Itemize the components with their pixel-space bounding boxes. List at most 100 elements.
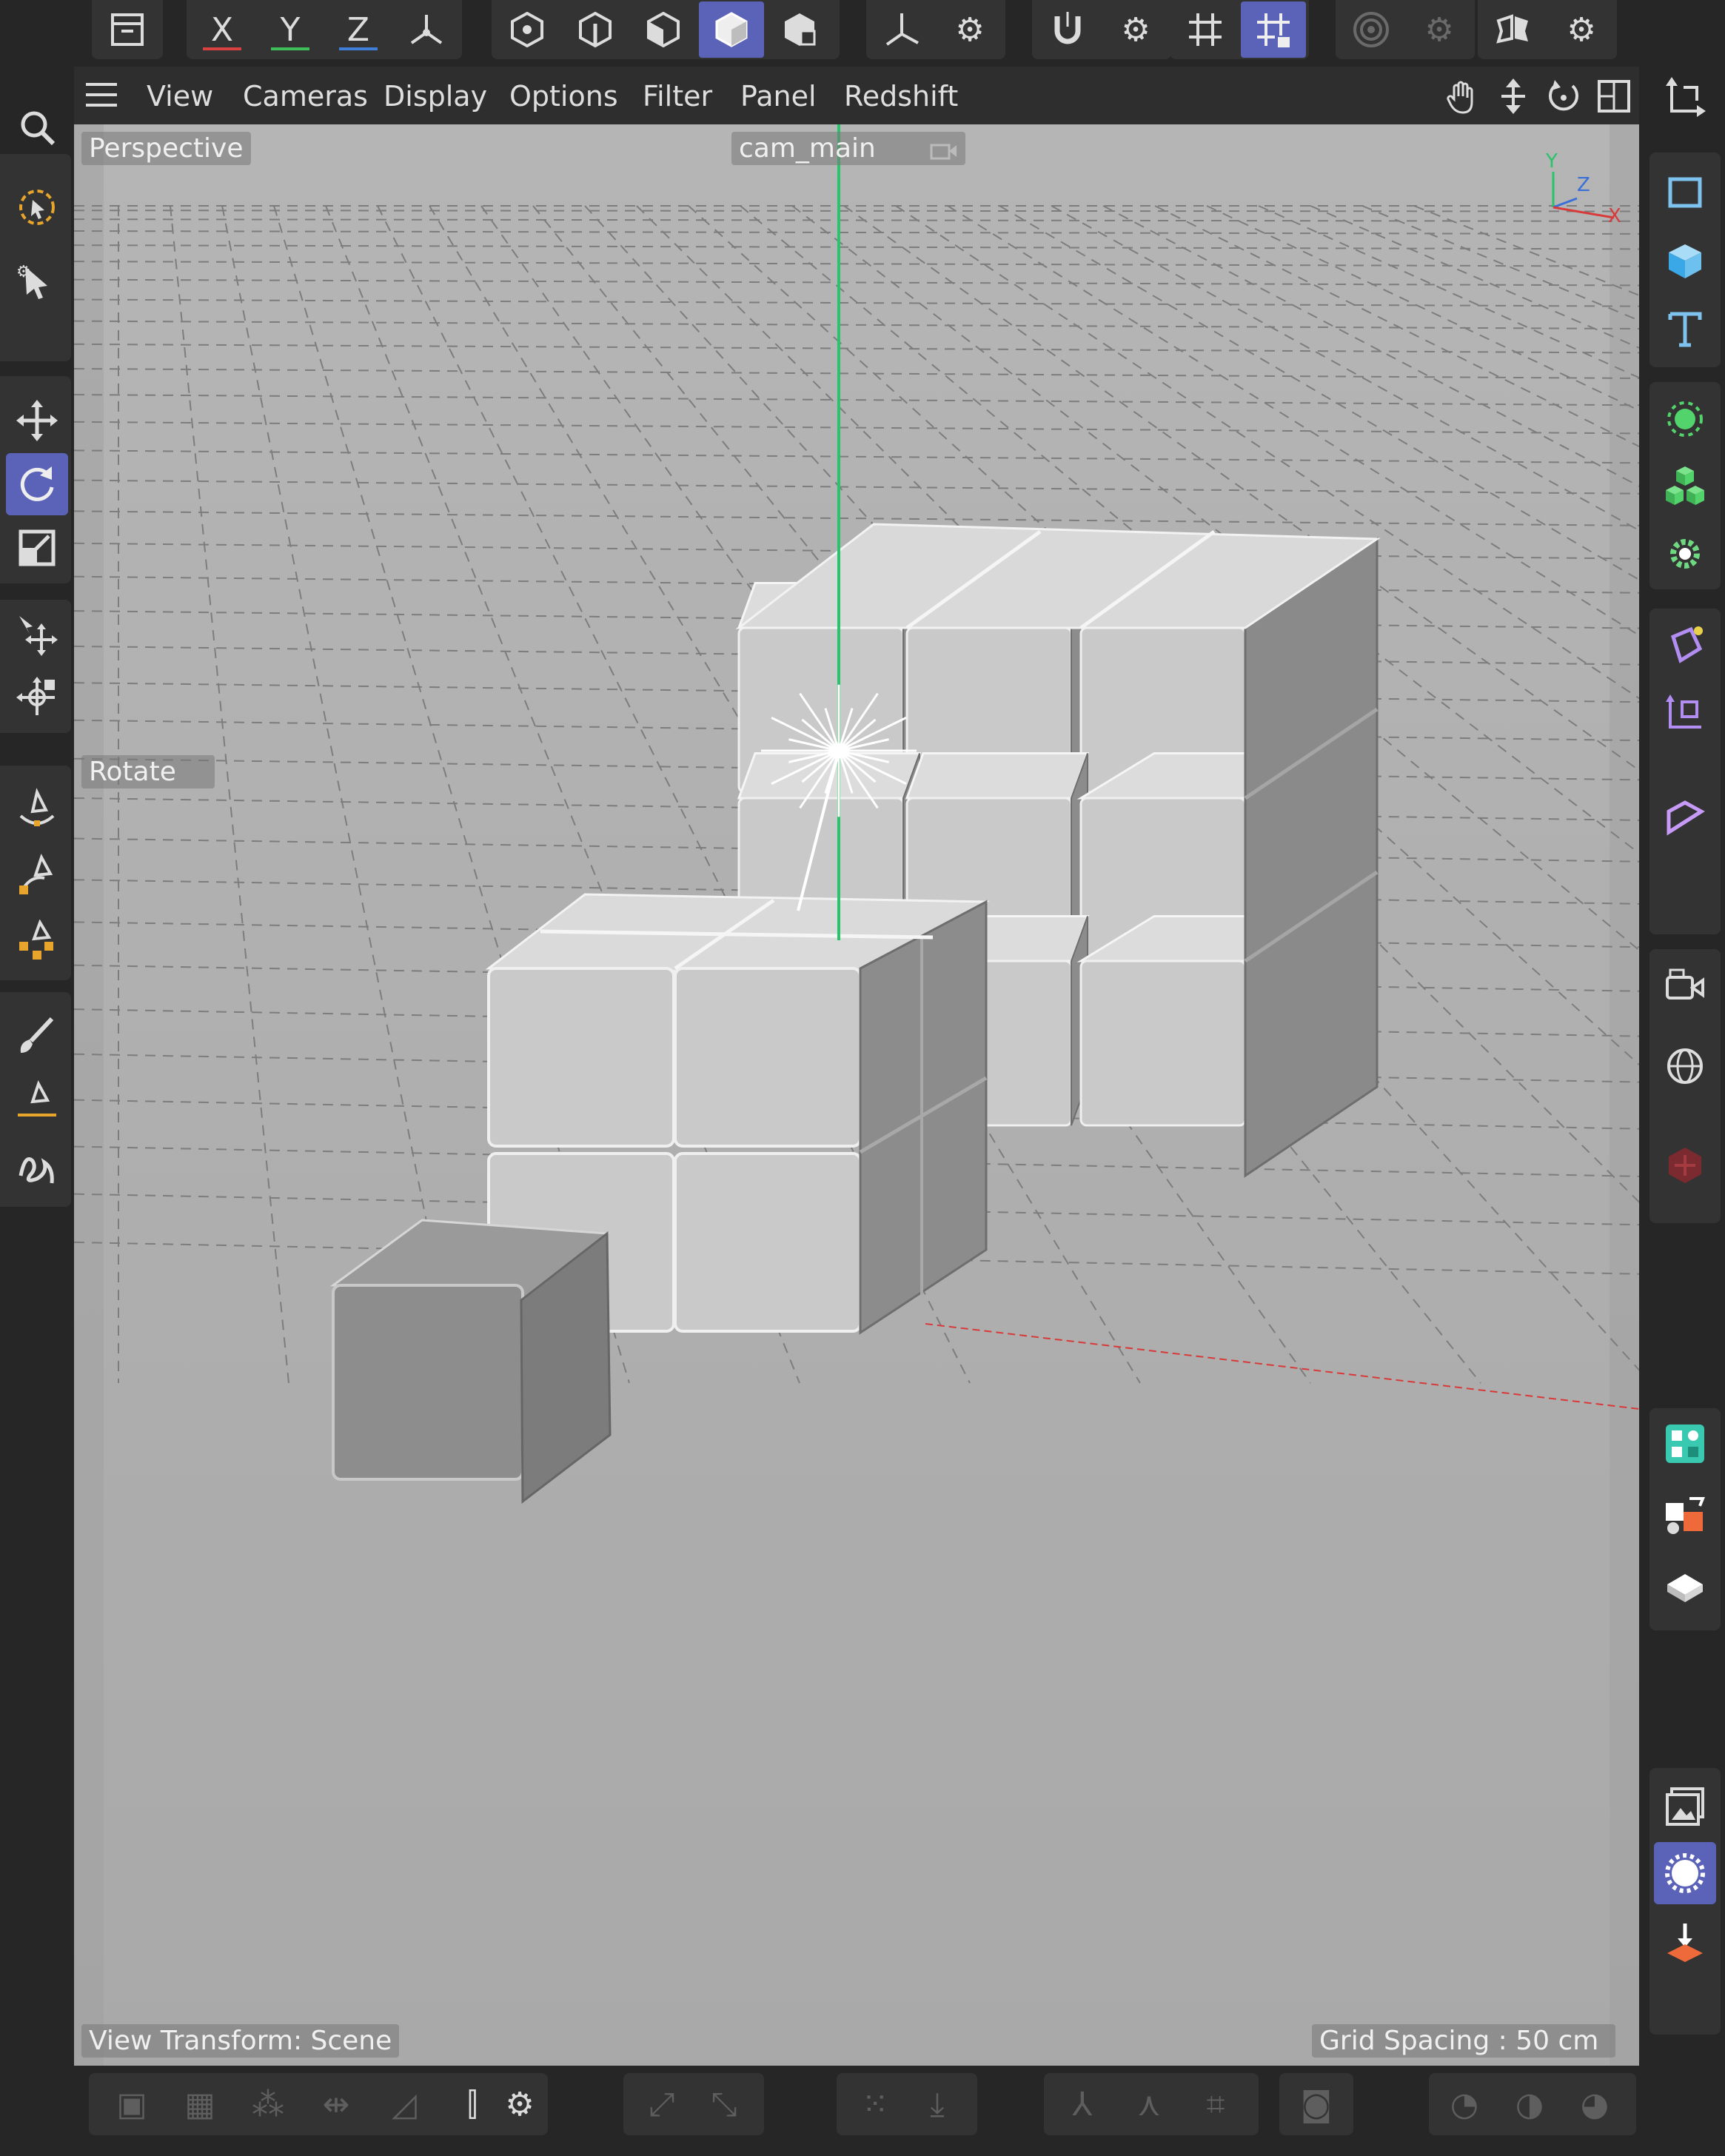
axis-y-label: Y xyxy=(280,10,301,49)
live-selection-icon[interactable] xyxy=(6,176,68,238)
cube-primitive-icon[interactable] xyxy=(1654,230,1716,292)
rectangle-spline-icon[interactable] xyxy=(1654,161,1716,224)
enable-snap-icon[interactable]: ▣ xyxy=(104,2076,160,2132)
menu-hamburger-icon[interactable] xyxy=(84,80,118,110)
move-transform-icon[interactable] xyxy=(6,604,68,666)
text-spline-icon[interactable] xyxy=(1654,298,1716,360)
deformer-gear-icon[interactable] xyxy=(1654,523,1716,585)
axis-widget-y-label: Y xyxy=(1545,150,1558,173)
menu-filter[interactable]: Filter xyxy=(643,80,712,113)
generator-icon[interactable] xyxy=(1654,388,1716,450)
camera-icon xyxy=(930,138,958,168)
character-group: ⅄ ⋏ ⌗ xyxy=(1044,2073,1259,2135)
rotate-icon[interactable] xyxy=(6,453,68,515)
axis-y-lock[interactable]: Y xyxy=(258,1,323,58)
pivot-icon[interactable]: ⁙ xyxy=(847,2076,903,2132)
settings-gear-icon[interactable]: ⚙ xyxy=(937,1,1002,58)
menu-panel[interactable]: Panel xyxy=(740,80,817,113)
settings-gear-icon[interactable]: ⚙ xyxy=(1407,1,1472,58)
field-icon[interactable] xyxy=(1654,615,1716,677)
axis-x-lock[interactable]: X xyxy=(190,1,255,58)
menu-redshift[interactable]: Redshift xyxy=(844,80,958,113)
transform-all-icon[interactable] xyxy=(6,666,68,729)
menu-view[interactable]: View xyxy=(147,80,213,113)
modules-icon[interactable] xyxy=(1654,1413,1716,1475)
active-camera-label[interactable]: cam_main xyxy=(731,132,965,165)
soft-selection-icon[interactable] xyxy=(1339,1,1404,58)
spline-points-icon[interactable] xyxy=(6,844,68,906)
search-icon[interactable] xyxy=(6,96,68,158)
object-mode-icon[interactable] xyxy=(699,1,764,58)
axis-tool-icon[interactable] xyxy=(869,1,934,58)
menu-options[interactable]: Options xyxy=(509,80,618,113)
axis-x-label: X xyxy=(210,10,234,49)
axis-snap-icon[interactable]: ⤢ xyxy=(634,2076,690,2132)
asset-browser-icon[interactable] xyxy=(1654,1485,1716,1547)
picture-viewer-icon[interactable] xyxy=(1654,1775,1716,1838)
spline-edit-icon[interactable] xyxy=(6,911,68,973)
orbit-icon[interactable] xyxy=(1544,77,1583,116)
edges-mode-icon[interactable] xyxy=(563,1,628,58)
shading-icon[interactable]: ◙ xyxy=(1288,2076,1344,2132)
coordinates-icon[interactable] xyxy=(1654,67,1716,129)
viewport-view-name[interactable]: Perspective xyxy=(81,132,251,165)
locked-workplane-icon[interactable] xyxy=(1241,1,1306,58)
view-transform-label: View Transform: Scene xyxy=(81,2024,400,2058)
sketch-icon[interactable] xyxy=(6,1137,68,1199)
settings-gear-icon[interactable]: ⚙ xyxy=(492,2076,548,2132)
perspective-viewport[interactable]: Y Z X Perspective cam_main Rotate View T… xyxy=(74,124,1639,2066)
snap-polygon-icon[interactable]: ◿ xyxy=(376,2076,432,2132)
workplane-grid-icon[interactable] xyxy=(1173,1,1238,58)
snap-grid-icon[interactable]: ⁂ xyxy=(240,2076,296,2132)
snap-down-icon[interactable]: ⤡ xyxy=(696,2076,752,2132)
settings-gear-icon[interactable]: ⚙ xyxy=(1549,1,1614,58)
scene-canvas[interactable]: Y Z X xyxy=(74,124,1639,2066)
render-icon[interactable]: ◑ xyxy=(1501,2076,1558,2132)
move-icon[interactable] xyxy=(6,389,68,452)
snap-edge-icon[interactable]: ⇹ xyxy=(308,2076,364,2132)
scale-icon[interactable] xyxy=(6,517,68,579)
symmetry-icon[interactable] xyxy=(1481,1,1546,58)
volume-icon[interactable] xyxy=(1654,683,1716,745)
axis-lock-group: X Y Z xyxy=(187,0,462,59)
shading-group: ◙ xyxy=(1279,2073,1353,2135)
pan-hand-icon[interactable] xyxy=(1444,77,1482,116)
snap-points-icon[interactable]: ▦ xyxy=(172,2076,228,2132)
redshift-object-icon[interactable] xyxy=(1654,1134,1716,1196)
brush-icon[interactable] xyxy=(6,1004,68,1066)
camera-icon[interactable] xyxy=(1654,955,1716,1017)
tool-group-mode xyxy=(92,0,163,59)
cloner-icon[interactable] xyxy=(1654,455,1716,517)
effector-icon[interactable] xyxy=(1654,788,1716,850)
texture-mode-icon[interactable] xyxy=(767,1,832,58)
axis-tool-group: ⚙ xyxy=(866,0,1005,59)
mask-icon[interactable]: ⌗ xyxy=(1188,2076,1244,2132)
grid-spacing-label: Grid Spacing : 50 cm xyxy=(1312,2024,1615,2058)
menu-display[interactable]: Display xyxy=(383,80,487,113)
render-settings-icon[interactable] xyxy=(1654,1842,1716,1904)
sky-globe-icon[interactable] xyxy=(1654,1035,1716,1097)
bone-icon[interactable]: ⅄ xyxy=(1054,2076,1111,2132)
display-icon[interactable]: ◔ xyxy=(1436,2076,1493,2132)
joint-icon[interactable]: ⋏ xyxy=(1121,2076,1177,2132)
axis-z-lock[interactable]: Z xyxy=(326,1,391,58)
selection-tool-icon[interactable]: ⚙ xyxy=(6,250,68,312)
mode-group xyxy=(492,0,840,59)
material-icon[interactable]: ◕ xyxy=(1567,2076,1623,2132)
settings-gear-icon[interactable]: ⚙ xyxy=(1103,1,1168,58)
axis-widget-x-label: X xyxy=(1608,205,1621,227)
align-icon[interactable]: ⤓ xyxy=(909,2076,965,2132)
pivot-group: ⁙ ⤓ xyxy=(837,2073,977,2135)
coordinate-system-icon[interactable] xyxy=(394,1,459,58)
spline-pen-icon[interactable] xyxy=(6,777,68,840)
menu-cameras[interactable]: Cameras xyxy=(243,80,368,113)
snap-magnet-icon[interactable] xyxy=(1035,1,1100,58)
maximize-view-icon[interactable] xyxy=(1595,77,1633,116)
floor-icon[interactable] xyxy=(1654,1558,1716,1620)
polygons-mode-icon[interactable] xyxy=(631,1,696,58)
render-to-po-icon[interactable] xyxy=(1654,1912,1716,1974)
model-mode-icon[interactable] xyxy=(95,1,160,58)
points-mode-icon[interactable] xyxy=(495,1,560,58)
dolly-icon[interactable] xyxy=(1494,77,1533,116)
spline-cut-icon[interactable] xyxy=(6,1071,68,1133)
